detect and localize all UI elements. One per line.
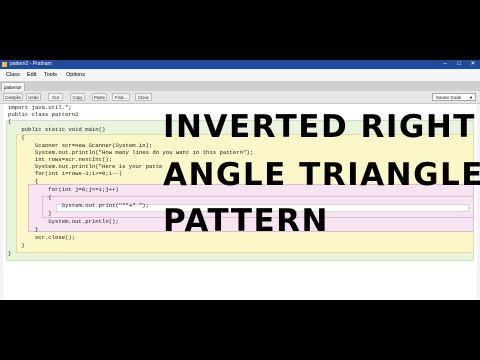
code-line: int rows=scr.nextInt(); [8,156,113,163]
close-button[interactable]: Close [135,93,152,101]
app-icon [2,62,7,67]
menu-options[interactable]: Options [66,69,85,81]
code-line: { [8,134,25,141]
code-line: System.out.println("Here is your patte [8,163,163,170]
tab-bar: pattern2 × [0,81,480,91]
code-line: for(int i=rows-1;i>=0;i--) [8,170,123,177]
view-select-value: Source Code [436,95,462,100]
toolbar: Compile Undo Cut Copy Paste Find... Clos… [0,91,480,104]
minimize-icon[interactable]: – [438,60,452,69]
menu-edit[interactable]: Edit [27,69,36,81]
code-line: for(int j=0;j<=i;j++) [8,186,119,193]
code-line: { [8,194,52,201]
overlay-title-line3: PATTERN [163,203,329,239]
tab-label: pattern2 [4,85,21,90]
code-line: System.out.println(); [8,218,119,225]
code-line: } [8,242,25,249]
menu-tools[interactable]: Tools [44,69,57,81]
code-line: } [8,250,12,257]
code-line: public class pattern2 [8,111,79,118]
code-line: Scanner scr=new Scanner(System.in); [8,142,153,149]
code-line: { [8,178,39,185]
copy-button[interactable]: Copy [70,93,85,101]
find-button[interactable]: Find... [112,93,130,101]
window-title: pattern2 - Pratham [10,61,52,67]
title-bar: pattern2 - Pratham – □ ✕ [0,60,480,69]
code-line: } [8,210,52,217]
code-line: System.out.println("How many lines do yo… [8,149,254,156]
close-icon[interactable]: ✕ [466,60,480,69]
maximize-icon[interactable]: □ [452,60,466,69]
code-line: import java.util.*; [8,104,72,111]
tab-pattern2[interactable]: pattern2 × [1,82,25,91]
code-line: public static void main() [8,126,106,133]
code-line: } [8,226,39,233]
code-line: System.out.print("*"+" "); [8,202,149,209]
view-select[interactable]: Source Code ▼ [432,93,476,101]
paste-button[interactable]: Paste [92,93,107,101]
code-line: scr.close(); [8,234,76,241]
menu-class[interactable]: Class [6,69,20,81]
cut-button[interactable]: Cut [48,93,63,101]
chevron-down-icon: ▼ [469,95,473,100]
code-line: { [8,118,12,125]
overlay-title-line1: INVERTED RIGHT [163,109,476,145]
overlay-title-line2: ANGLE TRIANGLE [163,157,480,193]
compile-button[interactable]: Compile [3,93,23,101]
undo-button[interactable]: Undo [26,93,41,101]
